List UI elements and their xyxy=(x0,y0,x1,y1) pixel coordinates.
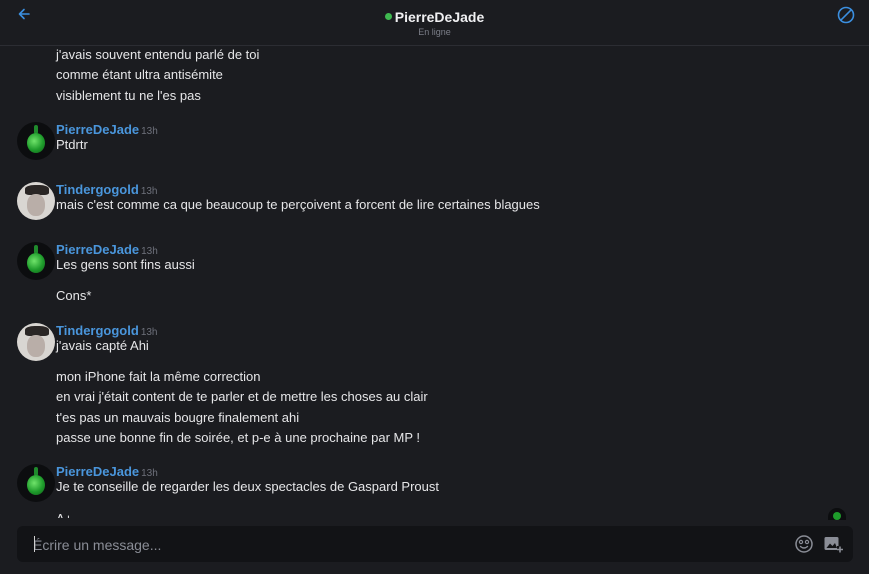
read-receipt-avatar xyxy=(828,508,846,520)
text-caret xyxy=(34,536,35,552)
author-name[interactable]: PierreDeJade xyxy=(56,122,139,137)
chat-header: PierreDeJade En ligne xyxy=(0,0,869,46)
message-input[interactable] xyxy=(31,526,775,564)
message-text: mais c'est comme ca que beaucoup te perç… xyxy=(56,197,540,212)
message-time: 13h xyxy=(141,126,158,137)
block-icon[interactable] xyxy=(836,5,856,25)
emoji-icon[interactable] xyxy=(794,534,814,554)
message-header: PierreDeJade 13h xyxy=(56,464,158,479)
author-name[interactable]: PierreDeJade xyxy=(56,464,139,479)
message-composer xyxy=(17,526,853,564)
message-text: mon iPhone fait la même correction xyxy=(56,369,261,384)
message-text: comme étant ultra antisémite xyxy=(56,67,223,82)
message-text: visiblement tu ne l'es pas xyxy=(56,88,201,103)
message-text: A+ xyxy=(56,510,72,518)
message-header: PierreDeJade 13h xyxy=(56,122,158,137)
message-text: Je te conseille de regarder les deux spe… xyxy=(56,479,439,494)
message-list[interactable]: j'avais souvent entendu parlé de toi com… xyxy=(0,46,869,518)
message-header: Tindergogold 13h xyxy=(56,323,158,338)
author-name[interactable]: PierreDeJade xyxy=(56,242,139,257)
avatar[interactable] xyxy=(17,464,55,502)
online-status-text: En ligne xyxy=(418,27,451,37)
add-image-icon[interactable] xyxy=(823,534,843,554)
message-text: Les gens sont fins aussi xyxy=(56,257,195,272)
author-name[interactable]: Tindergogold xyxy=(56,182,139,197)
message-text: t'es pas un mauvais bougre finalement ah… xyxy=(56,410,300,425)
message-text: j'avais souvent entendu parlé de toi xyxy=(56,47,260,62)
message-text: en vrai j'était content de te parler et … xyxy=(56,389,428,404)
online-status-dot xyxy=(384,13,392,20)
avatar[interactable] xyxy=(17,122,55,160)
message-text: Ptdrtr xyxy=(56,137,88,152)
message-header: PierreDeJade 13h xyxy=(56,242,158,257)
avatar[interactable] xyxy=(17,242,55,280)
avatar[interactable] xyxy=(17,182,55,220)
avatar[interactable] xyxy=(17,323,55,361)
chat-title-text: PierreDeJade xyxy=(394,8,485,25)
message-text: passe une bonne fin de soirée, et p-e à … xyxy=(56,430,421,445)
message-text: j'avais capté Ahi xyxy=(56,338,149,353)
author-name[interactable]: Tindergogold xyxy=(56,323,139,338)
chat-title: PierreDeJade xyxy=(384,8,485,25)
message-text: Cons* xyxy=(56,288,92,303)
message-header: Tindergogold 13h xyxy=(56,182,158,197)
